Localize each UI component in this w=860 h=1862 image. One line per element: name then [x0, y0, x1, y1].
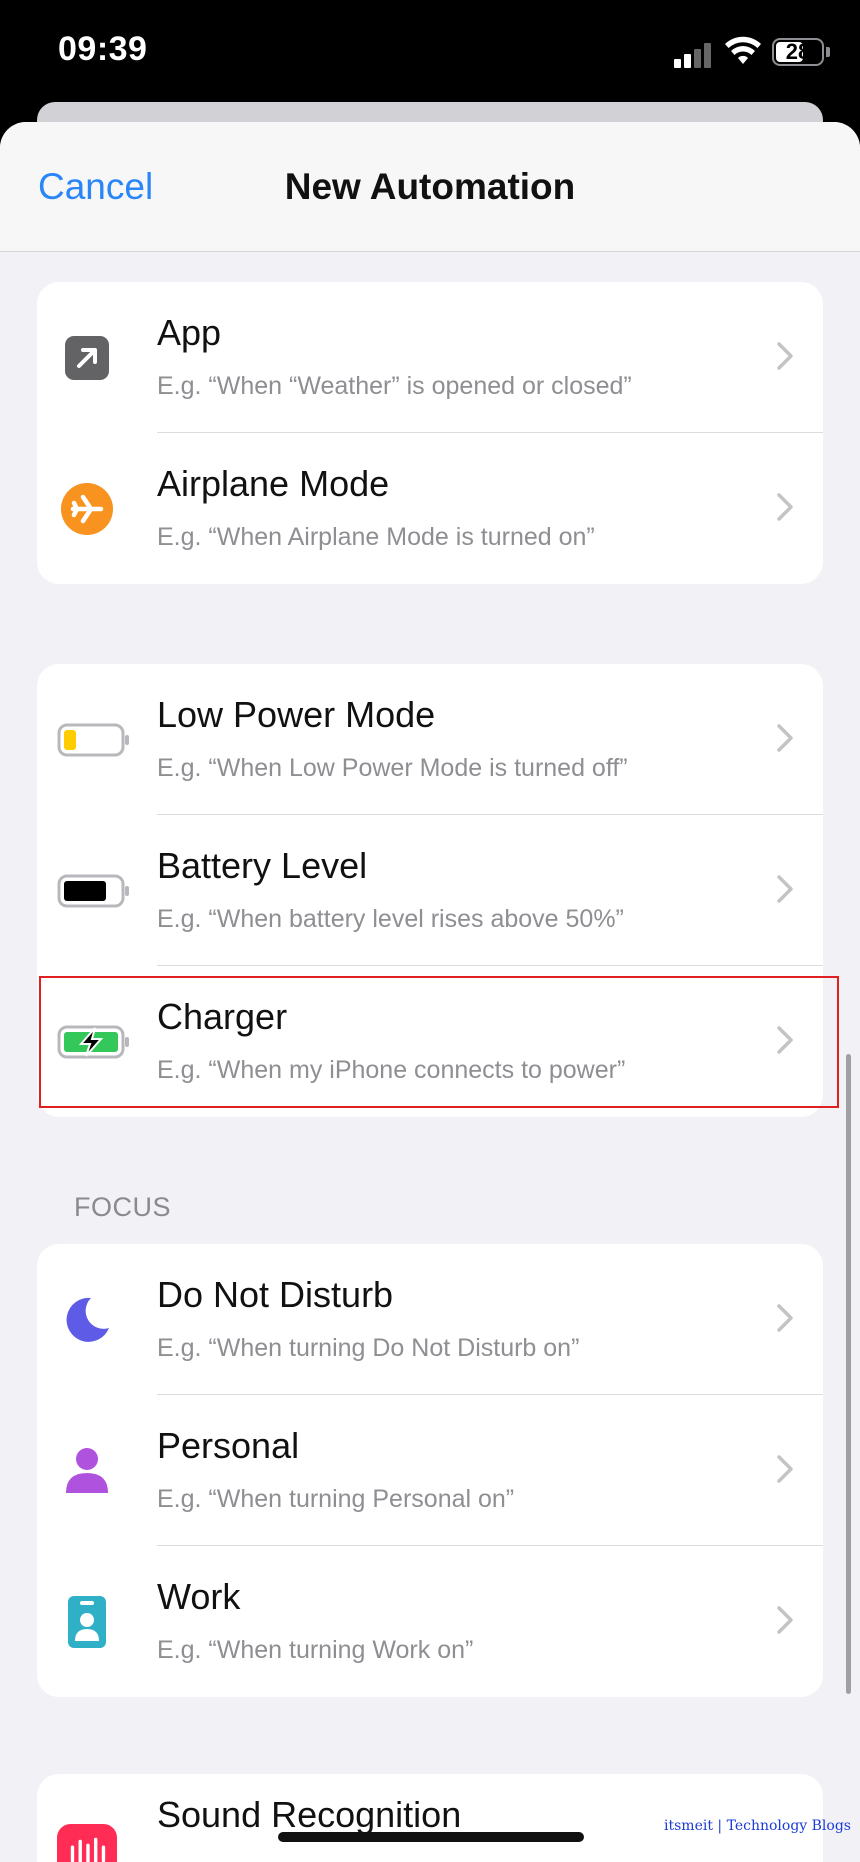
- row-title: Airplane Mode: [157, 463, 390, 504]
- row-title: App: [157, 312, 222, 353]
- row-subtitle: E.g. “When “Weather” is opened or closed…: [157, 372, 632, 400]
- page-title: New Automation: [284, 166, 576, 207]
- chevron-right-icon: [777, 1304, 793, 1332]
- navigation-bar: Cancel New Automation: [0, 122, 860, 252]
- row-title: Sound Recognition: [157, 1794, 462, 1835]
- list-item-personal[interactable]: Personal E.g. “When turning Personal on”: [37, 1395, 823, 1546]
- row-title: Personal: [157, 1425, 300, 1466]
- section-header-focus: FOCUS: [74, 1192, 171, 1222]
- sound-wave-icon: [57, 1824, 117, 1862]
- trigger-group-apps: App E.g. “When “Weather” is opened or cl…: [37, 282, 823, 584]
- list-item-battery-level[interactable]: Battery Level E.g. “When battery level r…: [37, 815, 823, 966]
- chevron-right-icon: [777, 342, 793, 370]
- chevron-right-icon: [777, 724, 793, 752]
- chevron-right-icon: [777, 1455, 793, 1483]
- row-subtitle: E.g. “When turning Do Not Disturb on”: [157, 1334, 580, 1362]
- battery-icon: [57, 861, 131, 921]
- list-item-airplane-mode[interactable]: Airplane Mode E.g. “When Airplane Mode i…: [37, 433, 823, 584]
- home-indicator[interactable]: [278, 1832, 584, 1842]
- chevron-right-icon: [777, 875, 793, 903]
- watermark: itsmeit | Technology Blogs: [664, 1818, 851, 1834]
- list-item-work[interactable]: Work E.g. “When turning Work on”: [37, 1546, 823, 1697]
- row-title: Low Power Mode: [157, 694, 436, 735]
- trigger-group-focus: Do Not Disturb E.g. “When turning Do Not…: [37, 1244, 823, 1697]
- low-battery-icon: [57, 710, 131, 770]
- airplane-icon: [57, 479, 117, 539]
- cellular-signal-icon: [674, 42, 714, 68]
- highlight-annotation: [39, 976, 839, 1108]
- list-item-do-not-disturb[interactable]: Do Not Disturb E.g. “When turning Do Not…: [37, 1244, 823, 1395]
- app-arrow-icon: [57, 328, 117, 388]
- battery-percentage: 28: [785, 39, 811, 64]
- row-title: Battery Level: [157, 845, 368, 886]
- moon-icon: [57, 1290, 117, 1350]
- battery-status-icon: 28: [772, 38, 824, 66]
- row-subtitle: E.g. “When turning Personal on”: [157, 1485, 515, 1513]
- badge-icon: [57, 1592, 117, 1652]
- row-subtitle: E.g. “When Low Power Mode is turned off”: [157, 754, 628, 782]
- list-item-low-power-mode[interactable]: Low Power Mode E.g. “When Low Power Mode…: [37, 664, 823, 815]
- person-icon: [57, 1441, 117, 1501]
- row-subtitle: E.g. “When battery level rises above 50%…: [157, 905, 624, 933]
- row-subtitle: E.g. “When turning Work on”: [157, 1636, 474, 1664]
- row-title: Work: [157, 1576, 241, 1617]
- row-subtitle: E.g. “When Airplane Mode is turned on”: [157, 523, 595, 551]
- status-time: 09:39: [58, 30, 148, 68]
- scrollbar[interactable]: [846, 1054, 851, 1694]
- chevron-right-icon: [777, 1606, 793, 1634]
- row-title: Do Not Disturb: [157, 1274, 394, 1315]
- chevron-right-icon: [777, 493, 793, 521]
- list-item-app[interactable]: App E.g. “When “Weather” is opened or cl…: [37, 282, 823, 433]
- wifi-icon: [725, 36, 761, 64]
